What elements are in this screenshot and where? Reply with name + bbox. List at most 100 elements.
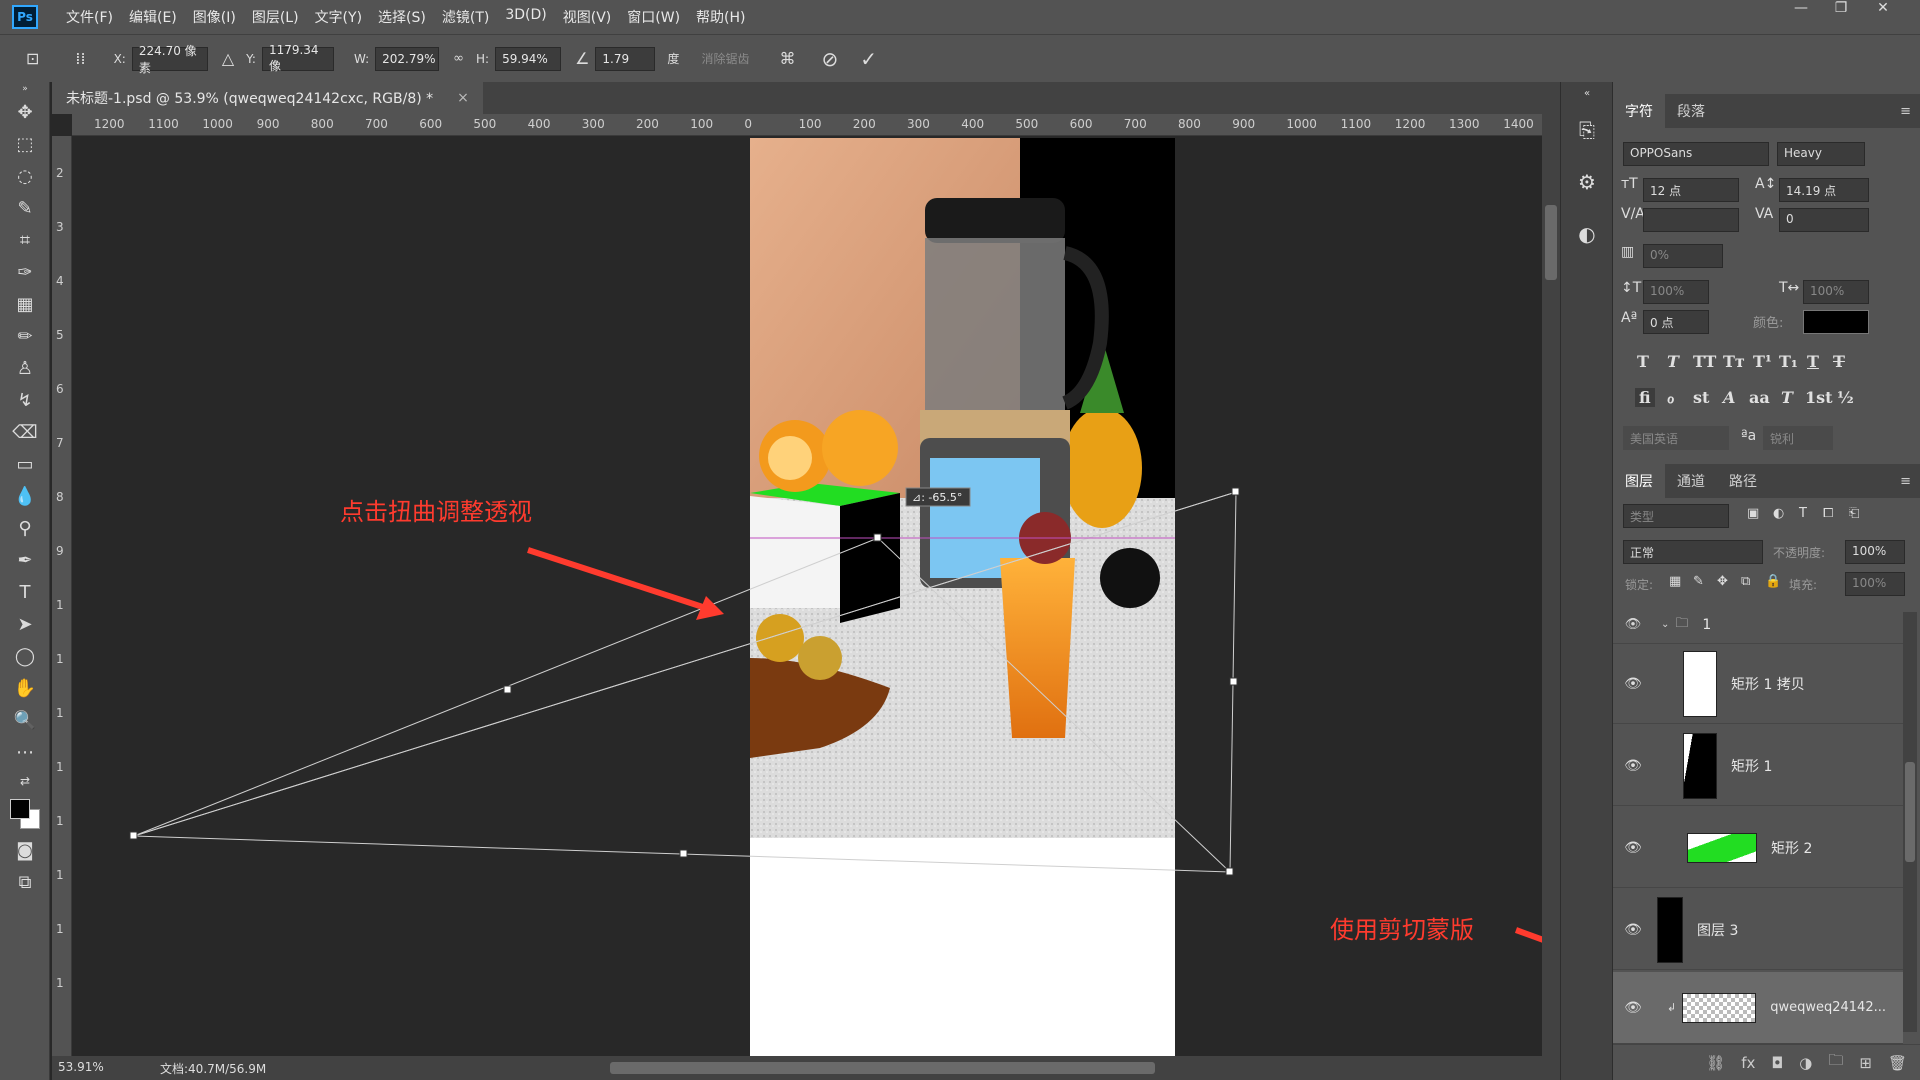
canvas-area[interactable]: ⊿: -65.5° <box>72 136 1542 1056</box>
dodge-tool-icon[interactable]: ⚲ <box>0 512 50 544</box>
zoom-level[interactable]: 53.91% <box>58 1060 104 1074</box>
properties-panel-icon[interactable]: ⚙ <box>1561 156 1613 208</box>
menu-filter[interactable]: 滤镜(T) <box>434 7 497 27</box>
warp-mode-icon[interactable]: ⌘ <box>779 49 795 68</box>
screen-mode-icon[interactable]: ⧉ <box>0 866 50 898</box>
menu-help[interactable]: 帮助(H) <box>688 7 753 27</box>
menu-layer[interactable]: 图层(L) <box>244 7 307 27</box>
edge-handle-left[interactable] <box>503 685 512 694</box>
layer-row-selected[interactable]: 👁 ↲ qweqweq24142... <box>1613 972 1903 1044</box>
menu-window[interactable]: 窗口(W) <box>619 7 688 27</box>
quick-select-tool-icon[interactable]: ✎ <box>0 192 50 224</box>
edge-handle-bottom[interactable] <box>679 849 688 858</box>
opacity-field[interactable]: 100% <box>1845 540 1905 564</box>
lock-transparency-icon[interactable]: ▦ <box>1669 574 1681 589</box>
lasso-tool-icon[interactable]: ◌ <box>0 160 50 192</box>
stylistic-alternates-button[interactable]: aa <box>1749 388 1770 407</box>
filter-smart-icon[interactable]: ⎗ <box>1849 506 1859 521</box>
tab-channels[interactable]: 通道 <box>1665 464 1717 498</box>
transform-tool-icon[interactable]: ⊡ <box>26 49 39 68</box>
pen-tool-icon[interactable]: ✒ <box>0 544 50 576</box>
link-icon[interactable]: ⛓ <box>1706 1054 1725 1072</box>
y-field[interactable]: 1179.34 像 <box>261 43 334 73</box>
blur-tool-icon[interactable]: 💧 <box>0 480 50 512</box>
adjustment-icon[interactable]: ◑ <box>1799 1054 1812 1072</box>
layers-scroll-thumb[interactable] <box>1905 762 1915 862</box>
visibility-eye-icon[interactable]: 👁 <box>1619 1000 1647 1016</box>
font-family-select[interactable]: OPPOSans <box>1623 142 1769 166</box>
corner-handle-top[interactable] <box>873 533 882 542</box>
blend-mode-select[interactable]: 正常 <box>1623 540 1763 564</box>
corner-handle-top-right[interactable] <box>1231 487 1240 496</box>
w-field[interactable]: 202.79% <box>375 46 440 71</box>
visibility-eye-icon[interactable]: 👁 <box>1619 922 1647 938</box>
layers-menu-icon[interactable]: ≡ <box>1900 474 1911 489</box>
menu-select[interactable]: 选择(S) <box>370 7 434 27</box>
edge-handle-right[interactable] <box>1229 677 1238 686</box>
eraser-tool-icon[interactable]: ⌫ <box>0 416 50 448</box>
reference-point-icon[interactable]: ⁞⁞ <box>75 49 85 68</box>
filter-type-icon[interactable]: T <box>1799 506 1807 521</box>
small-caps-button[interactable]: Tт <box>1723 352 1745 371</box>
expand-panels-icon[interactable]: « <box>1561 82 1613 104</box>
vertical-scale-field[interactable]: 100% <box>1643 280 1709 304</box>
font-style-select[interactable]: Heavy <box>1777 142 1865 166</box>
tab-paths[interactable]: 路径 <box>1717 464 1769 498</box>
layer-row[interactable]: 👁 矩形 1 拷贝 <box>1613 644 1903 724</box>
group-visibility-eye-icon[interactable]: 👁 <box>1619 617 1647 632</box>
corner-handle-left[interactable] <box>129 831 138 840</box>
lock-position-icon[interactable]: ✥ <box>1717 574 1728 589</box>
delta-icon[interactable]: △ <box>222 49 234 68</box>
brush-tool-icon[interactable]: ✏ <box>0 320 50 352</box>
horizontal-scroll-thumb[interactable] <box>610 1062 1155 1074</box>
layer-row[interactable]: 👁 矩形 1 <box>1613 726 1903 806</box>
superscript-button[interactable]: T¹ <box>1753 352 1772 371</box>
mask-icon[interactable]: ◘ <box>1771 1054 1783 1072</box>
h-field[interactable]: 59.94% <box>495 46 562 71</box>
minimize-button[interactable]: — <box>1786 0 1816 20</box>
baseline-shift-field[interactable]: 0 点 <box>1643 310 1709 334</box>
gradient-tool-icon[interactable]: ▭ <box>0 448 50 480</box>
layer-row[interactable]: 👁 图层 3 <box>1613 890 1903 970</box>
fx-icon[interactable]: fx <box>1741 1054 1755 1072</box>
document-tab[interactable]: 未标题-1.psd @ 53.9% (qweqweq24142cxc, RGB/… <box>52 82 483 114</box>
tracking-field[interactable]: 0 <box>1779 208 1869 232</box>
subscript-button[interactable]: T₁ <box>1779 352 1798 371</box>
visibility-eye-icon[interactable]: 👁 <box>1619 840 1647 856</box>
filter-pixel-icon[interactable]: ▣ <box>1747 506 1759 521</box>
fractions-button[interactable]: ½ <box>1837 388 1854 407</box>
x-field[interactable]: 224.70 像素 <box>131 44 208 75</box>
zoom-tool-icon[interactable]: 🔍 <box>0 704 50 736</box>
ligatures-button[interactable]: ﬁ <box>1635 388 1655 407</box>
path-select-tool-icon[interactable]: ➤ <box>0 608 50 640</box>
titling-alternates-button[interactable]: T <box>1781 388 1793 407</box>
menu-type[interactable]: 文字(Y) <box>307 7 370 27</box>
ordinals-button[interactable]: 1st <box>1805 388 1833 407</box>
distort-transform-overlay[interactable]: ⊿: -65.5° <box>72 136 1542 1056</box>
tab-character[interactable]: 字符 <box>1613 94 1665 128</box>
underline-button[interactable]: T <box>1807 352 1819 371</box>
corner-handle-bottom-right[interactable] <box>1225 867 1234 876</box>
filter-shape-icon[interactable]: ⧠ <box>1823 506 1833 521</box>
old-style-button[interactable]: ℴ <box>1667 388 1674 407</box>
layer-group-row[interactable]: 👁 ⌄ 🗀 1 <box>1613 606 1903 644</box>
move-tool-icon[interactable]: ✥ <box>0 96 50 128</box>
panel-menu-icon[interactable]: ≡ <box>1900 104 1911 119</box>
crop-tool-icon[interactable]: ⌗ <box>0 224 50 256</box>
menu-view[interactable]: 视图(V) <box>555 7 620 27</box>
layer-row[interactable]: 👁 矩形 2 <box>1613 808 1903 888</box>
marquee-tool-icon[interactable]: ⬚ <box>0 128 50 160</box>
horizontal-scale-field[interactable]: 100% <box>1803 280 1869 304</box>
tsume-field[interactable]: 0% <box>1643 244 1723 268</box>
link-proportions-icon[interactable]: ∞ <box>453 51 464 66</box>
history-brush-icon[interactable]: ↯ <box>0 384 50 416</box>
swap-colors-icon[interactable]: ⇄ <box>0 768 50 794</box>
discretionary-ligatures-button[interactable]: st <box>1693 388 1709 407</box>
fill-field[interactable]: 100% <box>1845 572 1905 596</box>
close-button[interactable]: ✕ <box>1868 0 1898 20</box>
ellipse-tool-icon[interactable]: ◯ <box>0 640 50 672</box>
strikethrough-button[interactable]: T <box>1833 352 1845 371</box>
faux-italic-button[interactable]: T <box>1667 352 1679 371</box>
color-swatches[interactable] <box>0 794 50 834</box>
commit-transform-icon[interactable]: ✓ <box>860 47 877 71</box>
